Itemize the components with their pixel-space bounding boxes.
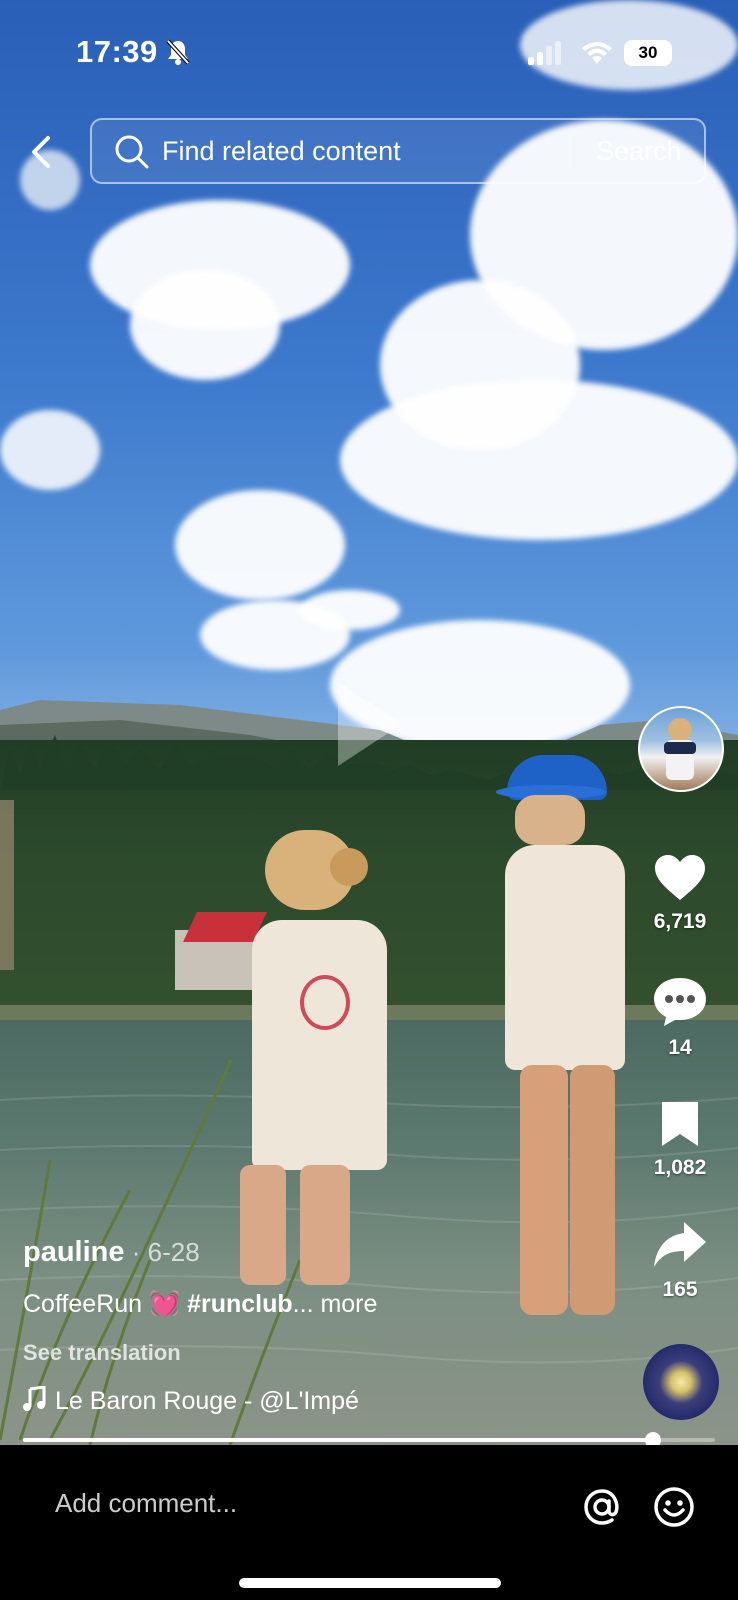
bookmark-count: 1,082 (653, 1156, 707, 1179)
status-bar: 17:39 30 (0, 0, 738, 100)
heart-emoji: 💓 (149, 1290, 181, 1318)
creator-avatar[interactable] (638, 706, 724, 792)
home-indicator[interactable] (239, 1578, 501, 1588)
signal-icon (528, 41, 561, 65)
bookmark-icon (662, 1102, 698, 1146)
status-time: 17:39 (76, 34, 158, 69)
like-count: 6,719 (653, 910, 707, 933)
share-button[interactable]: 165 (640, 1220, 720, 1302)
hashtag-link[interactable]: #runclub (180, 1290, 293, 1318)
progress-fill (23, 1438, 653, 1442)
search-icon (115, 135, 149, 169)
heart-icon (655, 855, 705, 900)
search-bar[interactable]: Find related content Search (90, 118, 706, 184)
post-date: · 6-28 (124, 1237, 200, 1267)
search-divider (570, 138, 571, 166)
video-screen: 17:39 30 Find related content Search 6,7… (0, 0, 738, 1600)
video-frame[interactable] (0, 0, 738, 1445)
search-button[interactable]: Search (596, 136, 682, 167)
back-icon[interactable] (26, 132, 58, 172)
bell-slash-icon (166, 39, 190, 65)
music-row[interactable]: Le Baron Rouge - @L'Impé (23, 1385, 359, 1416)
caption-username-row: pauline · 6-28 (23, 1236, 200, 1269)
comment-bar: Add comment... (0, 1445, 738, 1600)
comment-icon (654, 978, 706, 1026)
battery-indicator: 30 (624, 40, 672, 66)
like-button[interactable]: 6,719 (640, 854, 720, 934)
more-link[interactable]: ... more (293, 1290, 378, 1318)
music-note-icon (23, 1385, 46, 1411)
share-count: 165 (662, 1278, 698, 1301)
emoji-icon[interactable] (652, 1485, 696, 1529)
post-description[interactable]: CoffeeRun 💓 #runclub... more (23, 1290, 377, 1319)
add-comment-input[interactable]: Add comment... (55, 1488, 237, 1519)
description-text: CoffeeRun (23, 1290, 150, 1318)
music-disc[interactable] (643, 1344, 719, 1420)
bookmark-button[interactable]: 1,082 (640, 1100, 720, 1180)
see-translation-link[interactable]: See translation (23, 1340, 181, 1366)
comment-button[interactable]: 14 (640, 976, 720, 1060)
wifi-icon (582, 42, 612, 64)
music-title: Le Baron Rouge - @L'Impé (55, 1387, 359, 1415)
at-icon[interactable] (580, 1485, 624, 1529)
username[interactable]: pauline (23, 1236, 125, 1268)
video-progress-bar[interactable] (23, 1432, 715, 1448)
play-icon[interactable] (330, 674, 410, 774)
search-input[interactable]: Find related content (162, 136, 401, 167)
share-icon (654, 1222, 706, 1267)
comment-count: 14 (668, 1036, 692, 1059)
